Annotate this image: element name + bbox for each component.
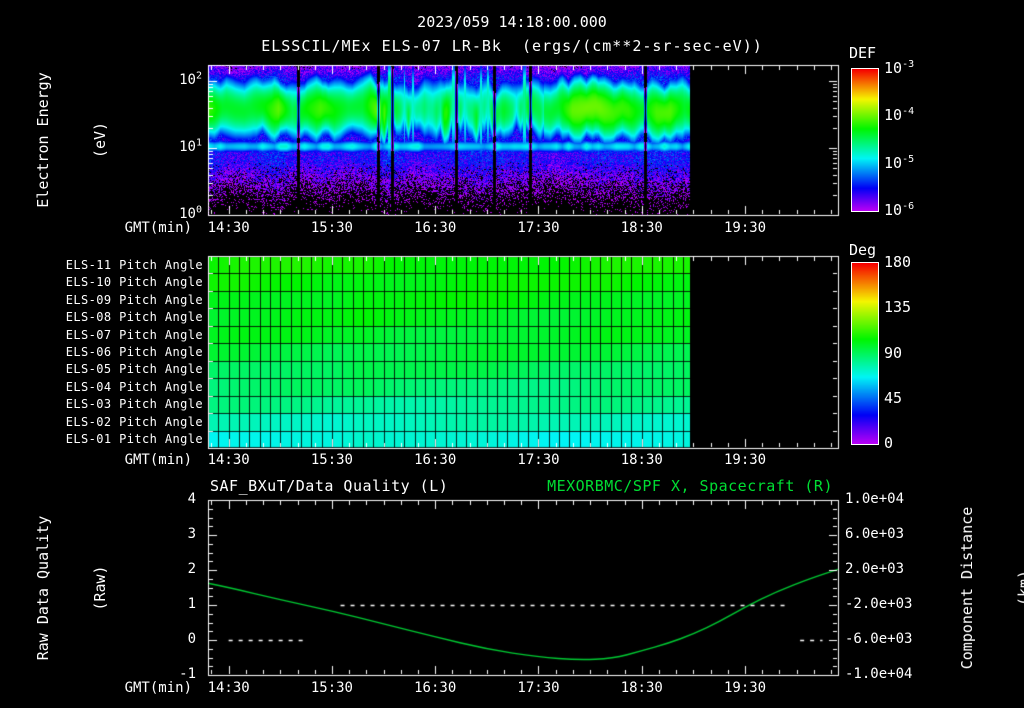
axis-label-line1: Electron Energy xyxy=(34,72,52,208)
pitch-row-label: ELS-02 Pitch Angle xyxy=(65,414,203,429)
distance-tick-label: -1.0e+04 xyxy=(845,666,913,682)
x-tick-label: 15:30 xyxy=(310,680,353,696)
def-colorbar-tick-label: 10-6 xyxy=(884,201,915,219)
x-tick-label: 17:30 xyxy=(517,452,560,468)
x-tick-label: 16:30 xyxy=(414,452,457,468)
mex-els-plot-screen: 2023/059 14:18:00.000 ELSSCIL/MEx ELS-07… xyxy=(0,0,1024,708)
deg-colorbar-tick-label: 90 xyxy=(884,343,903,362)
distance-tick-label: 1.0e+04 xyxy=(845,491,905,507)
axis-label-line1: Raw Data Quality xyxy=(34,515,52,661)
x-tick-label: 15:30 xyxy=(310,220,353,236)
x-tick-label: 16:30 xyxy=(414,220,457,236)
pitch-row-label: ELS-09 Pitch Angle xyxy=(65,292,203,307)
deg-colorbar-tick-label: 135 xyxy=(884,298,912,317)
quality-tick-label: 0 xyxy=(187,631,196,647)
pitch-row-label: ELS-07 Pitch Angle xyxy=(65,327,203,342)
pitch-row-label: ELS-03 Pitch Angle xyxy=(65,397,203,412)
x-tick-label: 18:30 xyxy=(620,220,663,236)
quality-tick-label: 1 xyxy=(187,596,196,612)
axis-label-line2: (eV) xyxy=(91,121,109,159)
def-colorbar-tick-label: 10-5 xyxy=(884,153,915,172)
component-distance-axis-label: Component Distance (km) xyxy=(920,507,1024,670)
x-tick-label: 14:30 xyxy=(207,452,250,468)
bottom-right-title: MEXORBMC/SPF X, Spacecraft (R) xyxy=(547,477,833,495)
distance-tick-label: 6.0e+03 xyxy=(845,526,905,542)
bottom-left-title: SAF_BXuT/Data Quality (L) xyxy=(210,477,449,495)
energy-tick-label: 100 xyxy=(179,204,202,222)
quality-tick-label: 3 xyxy=(187,526,196,542)
distance-tick-label: -2.0e+03 xyxy=(845,596,913,612)
x-tick-label: 19:30 xyxy=(723,680,767,696)
pitch-row-label: ELS-05 Pitch Angle xyxy=(65,362,203,377)
electron-energy-axis-label: Electron Energy (eV) xyxy=(0,72,148,207)
axis-label-line2: (Raw) xyxy=(91,565,109,611)
def-colorbar-tick-label: 10-3 xyxy=(884,59,915,77)
def-colorbar-tick-label: 10-4 xyxy=(884,106,915,125)
axis-label-line2: (km) xyxy=(1015,569,1024,607)
deg-colorbar-tick-label: 180 xyxy=(884,253,912,271)
deg-colorbar-title: Deg xyxy=(849,241,877,259)
def-colorbar-title: DEF xyxy=(849,44,877,62)
gmt-axis-label-bottom: GMT(min) xyxy=(124,680,192,696)
pitch-row-label: ELS-11 Pitch Angle xyxy=(65,257,203,272)
deg-colorbar-tick-label: 45 xyxy=(884,388,903,407)
x-tick-label: 16:30 xyxy=(414,680,457,696)
x-tick-label: 19:30 xyxy=(723,452,767,468)
x-tick-label: 14:30 xyxy=(207,680,250,696)
pitch-row-label: ELS-01 Pitch Angle xyxy=(65,432,203,447)
x-tick-label: 14:30 xyxy=(207,220,250,236)
deg-colorbar-tick-label: 0 xyxy=(884,434,894,452)
energy-tick-label: 101 xyxy=(179,137,202,155)
gmt-axis-label-middle: GMT(min) xyxy=(124,452,192,468)
x-tick-label: 17:30 xyxy=(517,220,560,236)
raw-data-quality-axis-label: Raw Data Quality (Raw) xyxy=(0,516,148,661)
x-tick-label: 17:30 xyxy=(517,680,560,696)
axis-label-line1: Component Distance xyxy=(958,506,976,670)
pitch-row-label: ELS-08 Pitch Angle xyxy=(65,310,203,325)
pitch-row-label: ELS-10 Pitch Angle xyxy=(65,275,203,290)
energy-tick-label: 102 xyxy=(179,70,202,88)
pitch-row-label: ELS-06 Pitch Angle xyxy=(65,345,203,359)
distance-tick-label: -6.0e+03 xyxy=(845,631,913,647)
quality-tick-label: 2 xyxy=(187,561,196,577)
distance-tick-label: 2.0e+03 xyxy=(845,561,905,577)
quality-tick-label: 4 xyxy=(187,491,196,507)
x-tick-label: 18:30 xyxy=(620,452,663,468)
pitch-row-label: ELS-04 Pitch Angle xyxy=(65,379,203,394)
x-tick-label: 18:30 xyxy=(620,680,663,696)
x-tick-label: 15:30 xyxy=(310,452,353,468)
plot-title: 2023/059 14:18:00.000 xyxy=(417,13,607,31)
gmt-axis-label-top: GMT(min) xyxy=(124,220,192,236)
quality-tick-label: -1 xyxy=(179,666,196,682)
x-tick-label: 19:30 xyxy=(723,220,767,236)
